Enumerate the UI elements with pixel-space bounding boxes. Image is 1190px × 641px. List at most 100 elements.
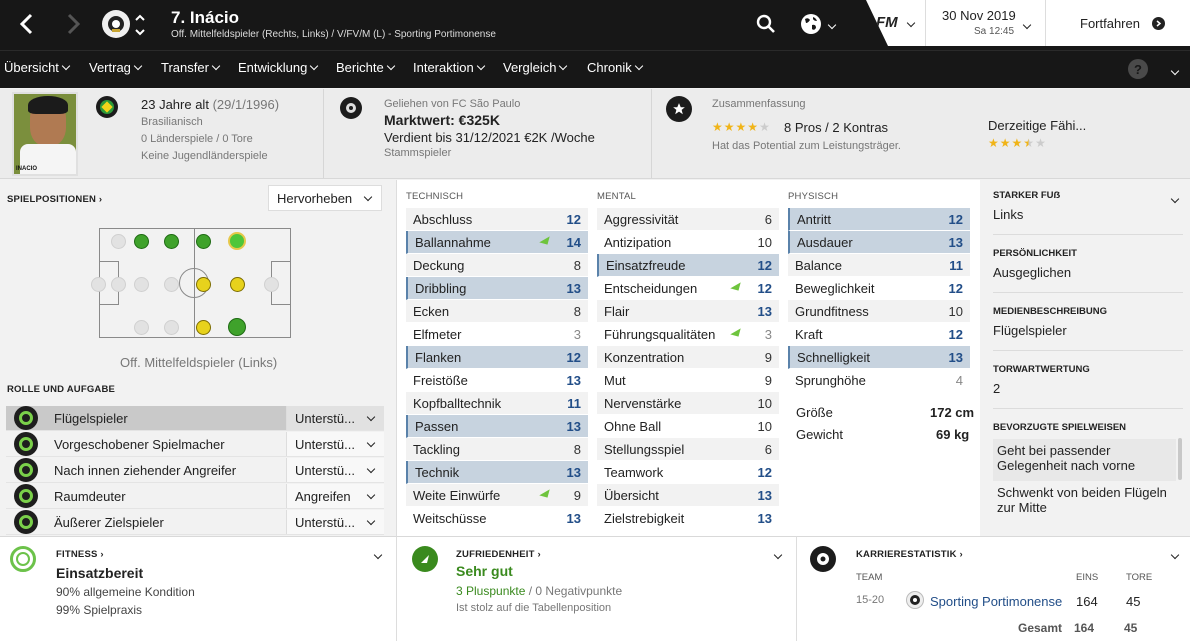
attribute-value: 12 — [948, 211, 963, 227]
globe-icon[interactable] — [798, 11, 824, 37]
info-collapse-icon[interactable] — [1170, 190, 1180, 205]
nav-more-icon[interactable] — [1170, 62, 1180, 77]
role-row[interactable]: Nach innen ziehender Angreifer Unterstü.… — [6, 458, 384, 483]
attribute-row[interactable]: Tackling 8 — [406, 438, 588, 461]
chevron-down-icon — [366, 516, 376, 525]
nav-comparison[interactable]: Vergleich — [503, 60, 568, 75]
help-icon[interactable]: ? — [1128, 59, 1148, 79]
club-crest-icon[interactable] — [102, 10, 130, 38]
highlight-dropdown[interactable]: Hervorheben — [268, 185, 382, 211]
attribute-name: Zielstrebigkeit — [604, 510, 685, 526]
role-row[interactable]: Flügelspieler Unterstü... — [6, 406, 384, 431]
attribute-row[interactable]: Mut 9 — [597, 369, 779, 392]
attribute-row[interactable]: Deckung 8 — [406, 254, 588, 277]
happiness-expand-icon[interactable] — [773, 546, 783, 561]
duty-dropdown[interactable]: Unterstü... — [286, 458, 384, 482]
attribute-row[interactable]: Nervenstärke 10 — [597, 392, 779, 415]
attribute-row[interactable]: Grundfitness 10 — [788, 300, 970, 323]
scrollbar[interactable] — [1178, 438, 1182, 480]
attribute-row[interactable]: Einsatzfreude 12 — [597, 254, 779, 277]
career-expand-icon[interactable] — [1170, 546, 1180, 561]
attribute-row[interactable]: Ballannahme 14 — [406, 231, 588, 254]
nav-history[interactable]: Chronik — [587, 60, 644, 75]
height-value: 172 cm — [930, 405, 975, 420]
brazil-flag-icon — [96, 96, 118, 118]
globe-dropdown-icon[interactable] — [827, 16, 837, 31]
attribute-row[interactable]: Freistöße 13 — [406, 369, 588, 392]
attribute-row[interactable]: Flair 13 — [597, 300, 779, 323]
star-icon: ★ — [735, 120, 747, 134]
happiness-title[interactable]: ZUFRIEDENHEIT › — [456, 549, 541, 560]
position-dot — [134, 234, 149, 249]
career-team-link[interactable]: Sporting Portimonense — [930, 594, 1062, 609]
fitness-title[interactable]: FITNESS › — [56, 549, 104, 560]
position-dot — [264, 277, 279, 292]
attribute-row[interactable]: Elfmeter 3 — [406, 323, 588, 346]
player-switch-icon[interactable] — [134, 12, 146, 38]
attribute-row[interactable]: Ausdauer 13 — [788, 231, 970, 254]
nav-interaction[interactable]: Interaktion — [413, 60, 485, 75]
attribute-row[interactable]: Schnelligkeit 13 — [788, 346, 970, 369]
nav-reports[interactable]: Berichte — [336, 60, 395, 75]
divider — [993, 292, 1183, 293]
attribute-row[interactable]: Weite Einwürfe 9 — [406, 484, 588, 507]
attribute-row[interactable]: Führungsqualitäten 3 — [597, 323, 779, 346]
forward-arrow-icon[interactable] — [60, 10, 88, 38]
attribute-row[interactable]: Teamwork 12 — [597, 461, 779, 484]
search-icon[interactable] — [754, 12, 778, 36]
attribute-row[interactable]: Flanken 12 — [406, 346, 588, 369]
attribute-row[interactable]: Weitschüsse 13 — [406, 507, 588, 530]
personality-value: Ausgeglichen — [993, 265, 1072, 280]
duty-dropdown[interactable]: Angreifen — [286, 484, 384, 508]
attribute-row[interactable]: Antizipation 10 — [597, 231, 779, 254]
continue-arrow-icon — [1152, 17, 1165, 30]
attribute-row[interactable]: Stellungsspiel 6 — [597, 438, 779, 461]
chevron-down-icon — [366, 464, 376, 473]
duty-dropdown[interactable]: Unterstü... — [286, 406, 384, 430]
attribute-name: Entscheidungen — [604, 280, 698, 296]
career-title[interactable]: KARRIERESTATISTIK › — [856, 549, 963, 560]
career-icon — [810, 546, 836, 572]
attribute-row[interactable]: Entscheidungen 12 — [597, 277, 779, 300]
attribute-row[interactable]: Ohne Ball 10 — [597, 415, 779, 438]
attribute-row[interactable]: Balance 11 — [788, 254, 970, 277]
attribute-row[interactable]: Abschluss 12 — [406, 208, 588, 231]
attribute-row[interactable]: Beweglichkeit 12 — [788, 277, 970, 300]
attribute-value: 14 — [566, 234, 581, 250]
back-arrow-icon[interactable] — [12, 10, 40, 38]
fitness-expand-icon[interactable] — [373, 546, 383, 561]
attribute-row[interactable]: Konzentration 9 — [597, 346, 779, 369]
divider — [993, 350, 1183, 351]
attribute-row[interactable]: Zielstrebigkeit 13 — [597, 507, 779, 530]
attribute-row[interactable]: Sprunghöhe 4 — [788, 369, 970, 392]
date-selector[interactable]: 30 Nov 2019 Sa 12:45 — [926, 0, 1046, 46]
attribute-row[interactable]: Übersicht 13 — [597, 484, 779, 507]
continue-button[interactable]: Fortfahren — [1046, 0, 1190, 46]
attribute-row[interactable]: Ecken 8 — [406, 300, 588, 323]
role-row[interactable]: Vorgeschobener Spielmacher Unterstü... — [6, 432, 384, 457]
role-row[interactable]: Raumdeuter Angreifen — [6, 484, 384, 509]
attribute-row[interactable]: Dribbling 13 — [406, 277, 588, 300]
attribute-row[interactable]: Kraft 12 — [788, 323, 970, 346]
attribute-row[interactable]: Kopfballtechnik 11 — [406, 392, 588, 415]
nav-overview[interactable]: Übersicht — [4, 60, 71, 75]
attribute-row[interactable]: Technik 13 — [406, 461, 588, 484]
role-icon — [14, 432, 38, 456]
attribute-name: Beweglichkeit — [795, 280, 875, 296]
nav-development[interactable]: Entwicklung — [238, 60, 319, 75]
attribute-row[interactable]: Passen 13 — [406, 415, 588, 438]
positions-title[interactable]: SPIELPOSITIONEN › — [7, 194, 102, 205]
nav-transfer[interactable]: Transfer — [161, 60, 221, 75]
attribute-row[interactable]: Aggressivität 6 — [597, 208, 779, 231]
role-row[interactable]: Äußerer Zielspieler Unterstü... — [6, 510, 384, 535]
nav-contract[interactable]: Vertrag — [89, 60, 143, 75]
attribute-row[interactable]: Antritt 12 — [788, 208, 970, 231]
fm-menu[interactable]: FM — [866, 0, 926, 46]
duty-dropdown[interactable]: Unterstü... — [286, 510, 384, 534]
player-photo: INACIO — [12, 92, 78, 176]
attribute-name: Passen — [415, 418, 459, 434]
career-title-label: KARRIERESTATISTIK — [856, 549, 957, 560]
career-col-goals: TORE — [1126, 572, 1153, 583]
points-separator: / — [528, 584, 533, 598]
duty-dropdown[interactable]: Unterstü... — [286, 432, 384, 456]
